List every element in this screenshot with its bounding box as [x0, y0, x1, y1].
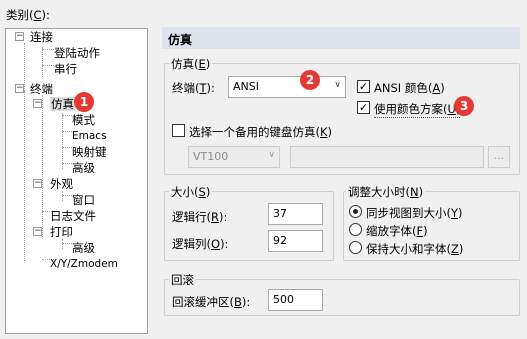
color-scheme-checkbox[interactable]: ✓: [357, 101, 370, 114]
size-group-legend: 大小(S): [169, 184, 213, 200]
tree-connector: [42, 49, 54, 50]
sync-view-radio[interactable]: [349, 205, 362, 218]
keep-size-font-label[interactable]: 保持大小和字体(Z): [366, 241, 463, 257]
scrollback-buffer-input[interactable]: 500: [268, 289, 323, 311]
annotation-badge-2: 2: [300, 70, 320, 90]
color-scheme-label[interactable]: 使用颜色方案(U): [374, 101, 461, 118]
tree-item-xyzmodem[interactable]: X/Y/Zmodem: [50, 257, 118, 271]
tree-connector: [24, 91, 25, 261]
sync-view-label[interactable]: 同步视图到大小(Y): [366, 205, 463, 221]
resize-group-legend: 调整大小时(N): [346, 184, 426, 200]
category-label: 类别(C):: [6, 8, 50, 22]
rows-input[interactable]: 37: [268, 203, 323, 225]
tree-item-emacs[interactable]: Emacs: [72, 129, 107, 143]
scrollback-buffer-label: 回滚缓冲区(B):: [172, 295, 251, 309]
alt-keyboard-select[interactable]: VT100 ∨: [188, 146, 280, 168]
tree-item-appearance[interactable]: 外观: [50, 177, 73, 191]
columns-label: 逻辑列(O):: [172, 237, 229, 251]
chevron-down-icon: ∨: [268, 150, 275, 160]
rows-label: 逻辑行(R):: [172, 210, 228, 224]
keep-size-font-radio[interactable]: [349, 241, 362, 254]
scale-font-label[interactable]: 缩放字体(F): [366, 223, 428, 239]
tree-item-modes[interactable]: 模式: [72, 113, 95, 127]
tree-expander-connection[interactable]: −: [15, 32, 24, 41]
columns-input[interactable]: 92: [268, 230, 323, 252]
tree-item-serial[interactable]: 串行: [54, 62, 77, 76]
tree-item-connection[interactable]: 连接: [30, 30, 53, 44]
terminal-select[interactable]: ANSI ∨: [228, 76, 346, 98]
alt-keyboard-label[interactable]: 选择一个备用的键盘仿真(K): [189, 124, 332, 140]
tree-connector: [42, 47, 43, 77]
tree-connector: [62, 239, 63, 249]
scale-font-radio[interactable]: [349, 223, 362, 236]
tree-item-log-file[interactable]: 日志文件: [50, 209, 96, 223]
annotation-badge-3: 3: [454, 96, 474, 116]
tree-item-print[interactable]: 打印: [50, 225, 73, 239]
alt-keyboard-path-input[interactable]: [290, 146, 484, 168]
tree-item-mapped-keys[interactable]: 映射键: [72, 145, 107, 159]
emulation-group-legend: 仿真(E): [169, 56, 213, 72]
chevron-down-icon: ∨: [334, 80, 341, 90]
tree-connector: [42, 65, 54, 66]
tree-expander-emulation[interactable]: −: [33, 99, 42, 108]
tree-expander-appearance[interactable]: −: [33, 179, 42, 188]
browse-button[interactable]: ...: [488, 146, 510, 168]
tree-connector: [62, 191, 63, 201]
tree-expander-terminal[interactable]: −: [15, 84, 24, 93]
scrollback-group-legend: 回滚: [169, 272, 196, 288]
tree-item-emulation[interactable]: 仿真: [50, 97, 75, 111]
ansi-color-label[interactable]: ANSI 颜色(A): [374, 80, 445, 96]
tree-item-login-actions[interactable]: 登陆动作: [54, 46, 100, 60]
category-tree[interactable]: − − − − − 连接 登陆动作 串行 终端 仿真 模式 Emacs 映射键 …: [5, 28, 148, 334]
tree-expander-print[interactable]: −: [33, 227, 42, 236]
tree-connector: [42, 95, 43, 237]
tree-item-terminal[interactable]: 终端: [30, 82, 53, 96]
page-title: 仿真: [162, 27, 520, 49]
tree-item-print-advanced[interactable]: 高级: [72, 241, 95, 255]
tree-connector: [62, 113, 63, 169]
alt-keyboard-checkbox[interactable]: [172, 124, 185, 137]
annotation-badge-1: 1: [74, 92, 94, 112]
tree-item-advanced[interactable]: 高级: [72, 161, 95, 175]
tree-item-window[interactable]: 窗口: [72, 193, 95, 207]
ansi-color-checkbox[interactable]: ✓: [357, 80, 370, 93]
terminal-label: 终端(T):: [172, 81, 215, 95]
